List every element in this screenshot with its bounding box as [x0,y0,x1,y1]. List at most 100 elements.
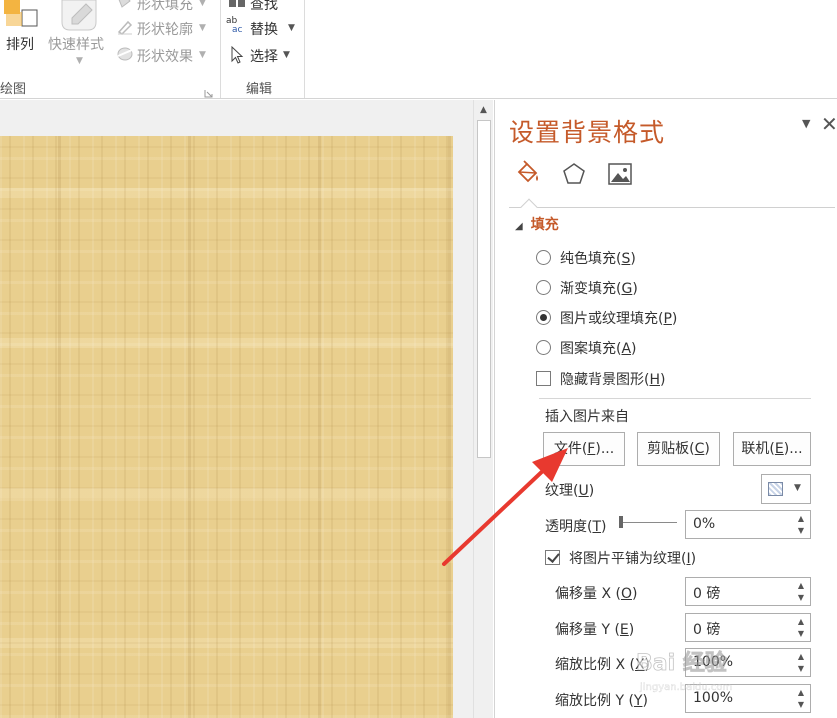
slider-handle[interactable] [619,516,623,528]
spin-down-icon[interactable]: ▼ [796,594,806,602]
spinner-value[interactable]: 0 磅 [693,619,720,639]
spin-up-icon[interactable]: ▲ [796,618,806,626]
drawing-group-label: 绘图 [0,82,27,97]
button-end: )... [783,441,803,457]
clipboard-button[interactable]: 剪贴板(C) [637,432,720,466]
shape-outline-label[interactable]: 形状轮廓 [137,19,193,39]
radio-circle[interactable] [536,280,551,295]
checkbox-label: 将图片平铺为纹理( [569,551,687,567]
field-end: ) [588,483,595,499]
checkbox-end: ) [660,372,666,388]
field-end: ) [631,586,638,602]
vertical-scrollbar[interactable]: ▲ [473,100,493,718]
select-label[interactable]: 选择 [250,46,278,66]
baidu-watermark: Bai 经验 jingyan.baidu.com [600,644,800,704]
button-key: C [694,441,705,457]
pane-options-dropdown-icon[interactable]: ▼ [802,117,810,130]
option-end: ) [630,251,636,267]
dialog-launcher-icon[interactable] [204,83,213,98]
shape-outline-icon [116,19,134,35]
format-background-pane: 设置背景格式 ▼ ✕ ◢ 填充 纯色填充(S) 渐变填充(G) 图片或纹理填充(P… [494,100,837,718]
field-label: 透明度( [545,519,593,535]
watermark-subtext: jingyan.baidu.com [639,682,732,693]
option-key: A [621,341,632,357]
pentagon-icon[interactable] [561,160,587,188]
offset-x-label: 偏移量 X (O) [555,583,637,603]
arrange-button-label[interactable]: 排列 [6,34,34,54]
collapse-triangle-icon[interactable]: ◢ [515,221,523,232]
option-end: ) [671,311,678,327]
quick-style-dropdown-icon[interactable]: ▼ [76,56,83,66]
spinner-value[interactable]: 0 磅 [693,583,720,603]
radio-circle[interactable] [536,250,551,265]
option-label: 渐变填充( [560,281,622,297]
slider-track[interactable] [621,522,677,523]
scroll-up-icon[interactable]: ▲ [474,102,493,118]
button-key: E [774,441,784,457]
slide-canvas [0,100,473,718]
online-button[interactable]: 联机(E)... [733,432,811,466]
spin-up-icon[interactable]: ▲ [796,582,806,590]
shape-fill-label[interactable]: 形状填充 [137,0,193,14]
select-dropdown-icon[interactable]: ▼ [283,50,290,60]
option-label: 图案填充( [560,341,622,357]
offset-x-spinner[interactable]: 0 磅 ▲ ▼ [685,577,811,606]
find-label[interactable]: 查找 [250,0,278,14]
scrollbar-thumb[interactable] [477,120,491,458]
quick-style-icon[interactable] [60,0,98,32]
radio-circle-selected[interactable] [536,310,551,325]
offset-y-label: 偏移量 Y (E) [555,619,634,639]
watermark-text: Bai 经验 [636,650,727,676]
quick-style-label[interactable]: 快速样式 [48,34,104,54]
radio-circle[interactable] [536,340,551,355]
offset-y-spinner[interactable]: 0 磅 ▲ ▼ [685,613,811,642]
slide-textured-background[interactable] [0,136,453,718]
transparency-label: 透明度(T) [545,516,607,536]
option-key: P [663,311,672,327]
select-icon [229,45,245,64]
transparency-spinner[interactable]: 0% ▲ ▼ [685,510,811,539]
texture-picker[interactable]: ▼ [761,474,811,504]
texture-label: 纹理(U) [545,480,594,500]
spin-down-icon[interactable]: ▼ [796,527,806,535]
checkbox-box[interactable] [536,371,551,386]
checkbox-box-checked[interactable] [545,550,560,565]
shape-effects-dropdown-icon[interactable]: ▼ [199,50,206,60]
picture-icon[interactable] [607,160,633,188]
tab-divider [509,207,835,208]
spin-up-icon[interactable]: ▲ [796,515,806,523]
button-end: ) [704,441,710,457]
shape-outline-dropdown-icon[interactable]: ▼ [199,23,206,33]
pane-title: 设置背景格式 [509,118,666,147]
spin-down-icon[interactable]: ▼ [796,630,806,638]
editing-group-label: 编辑 [246,82,273,97]
close-icon[interactable]: ✕ [821,112,837,136]
fill-section-header[interactable]: ◢ 填充 [515,214,559,234]
transparency-slider[interactable] [619,514,677,528]
checkbox-label: 隐藏背景图形( [560,372,650,388]
checkbox-key: H [649,372,660,388]
shape-fill-icon [116,0,134,8]
field-key: O [620,586,632,602]
spinner-value[interactable]: 0% [693,516,715,532]
shape-effects-icon [116,46,134,62]
field-key: T [592,519,602,535]
chevron-down-icon[interactable]: ▼ [794,483,801,493]
file-button[interactable]: 文件(F)... [543,432,625,466]
option-end: ) [632,281,638,297]
paint-bucket-icon[interactable] [515,160,541,188]
shape-fill-dropdown-icon[interactable]: ▼ [199,0,206,8]
shape-effects-label[interactable]: 形状效果 [137,46,193,66]
insert-picture-from-label: 插入图片来自 [545,409,629,425]
arrange-icon[interactable] [2,0,38,30]
replace-icon: ab ac [226,16,243,35]
field-key: U [578,483,589,499]
ribbon: 排列 快速样式 ▼ 形状填充 ▼ 形状轮廓 ▼ 形状效果 ▼ 绘图 查找 ab a… [0,0,837,99]
ribbon-separator [220,0,221,98]
texture-swatch [768,482,783,496]
checkbox-end: ) [690,551,697,567]
replace-label[interactable]: 替换 [250,19,278,39]
replace-dropdown-icon[interactable]: ▼ [288,23,295,33]
field-label: 偏移量 X ( [555,586,621,602]
button-label: 剪贴板( [647,441,695,457]
